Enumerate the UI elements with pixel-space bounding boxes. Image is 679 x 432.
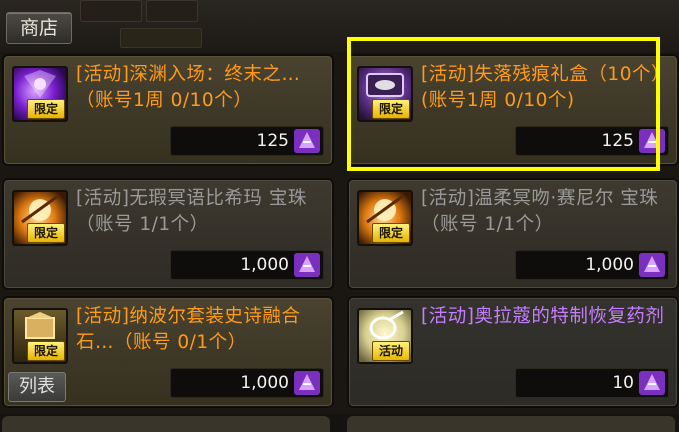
currency-gem-icon [294,129,320,153]
background-button [80,0,142,22]
selection-highlight [347,37,660,171]
list-view-button[interactable]: 列表 [8,372,66,402]
price-box: 1,000 [170,368,324,398]
price-value: 1,000 [240,255,289,275]
next-row-card [347,416,675,432]
currency-gem-icon [639,371,665,395]
price-value: 125 [256,131,289,151]
shop-item-card[interactable]: 活动 [活动]奥拉蔻的特制恢复药剂 10 [347,296,679,408]
currency-gem-icon [294,371,320,395]
price-box: 125 [170,126,324,156]
shop-item-card[interactable]: 限定 [活动]无瑕冥语比希玛 宝珠 （账号 1/1个） 1,000 [2,178,334,290]
price-box: 1,000 [515,250,669,280]
price-value: 10 [612,373,634,393]
abyss-ticket-icon: 限定 [12,66,68,122]
limited-tag: 限定 [27,223,65,243]
price-value: 1,000 [585,255,634,275]
price-value: 1,000 [240,373,289,393]
currency-gem-icon [639,253,665,277]
item-title: [活动]奥拉蔻的特制恢复药剂 [421,306,665,327]
currency-gem-icon [294,253,320,277]
item-title: [活动]温柔冥吻·赛尼尔 宝珠 （账号 1/1个） [421,188,659,235]
next-row-card [2,416,330,432]
shop-tab[interactable]: 商店 [6,12,72,44]
limited-tag: 限定 [372,223,410,243]
limited-tag: 限定 [27,341,65,361]
orb-icon: 限定 [357,190,413,246]
price-box: 10 [515,368,669,398]
potion-icon: 活动 [357,308,413,364]
limited-tag: 限定 [27,99,65,119]
item-title: [活动]无瑕冥语比希玛 宝珠 （账号 1/1个） [76,188,307,235]
item-title: [活动]纳波尔套装史诗融合石…（账号 0/1个） [76,306,301,353]
shop-item-card[interactable]: 限定 [活动]温柔冥吻·赛尼尔 宝珠 （账号 1/1个） 1,000 [347,178,679,290]
background-button [146,0,198,22]
price-box: 1,000 [170,250,324,280]
event-tag: 活动 [372,341,410,361]
item-title: [活动]深渊入场：终末之…（账号1周 0/10个） [76,64,301,111]
background-button [120,28,202,48]
orb-icon: 限定 [12,190,68,246]
fusion-stone-icon: 限定 [12,308,68,364]
shop-item-card[interactable]: 限定 [活动]深渊入场：终末之…（账号1周 0/10个） 125 [2,54,334,166]
